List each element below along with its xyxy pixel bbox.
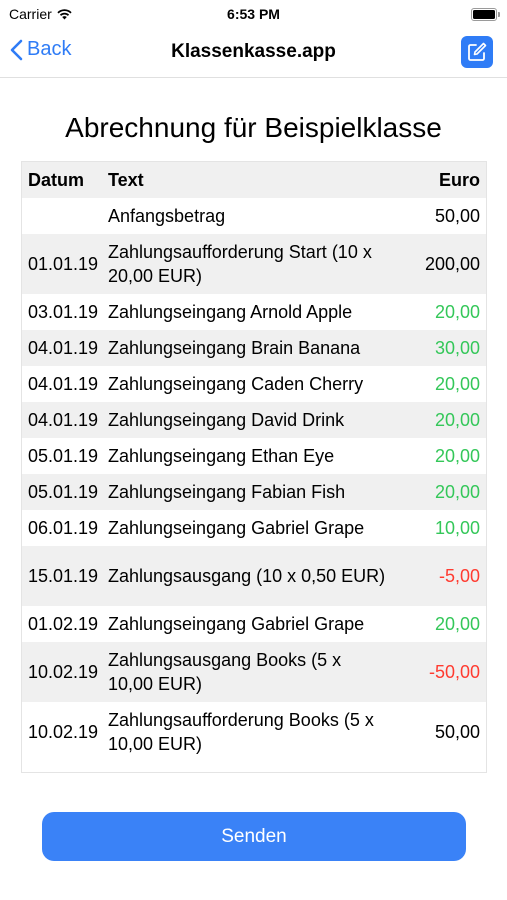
header-text: Text <box>108 170 144 190</box>
row-amount: 20,00 <box>434 481 480 502</box>
page-title: Abrechnung für Beispielklasse <box>65 112 442 143</box>
row-text: Zahlungsaufforderung Books (5 x 10,00 EU… <box>108 710 374 754</box>
row-text: Zahlungseingang Caden Cherry <box>108 374 364 394</box>
battery-icon <box>471 8 500 21</box>
row-date: 04.01.19 <box>28 373 99 394</box>
row-date: 06.01.19 <box>28 517 99 538</box>
back-label: Back <box>27 38 72 60</box>
table-row: 04.01.19 Zahlungseingang David Drink 20,00 <box>22 402 486 438</box>
row-text: Zahlungseingang Arnold Apple <box>108 302 353 322</box>
table-row: 10.02.19 Zahlungsausgang Books (5 x 10,00… <box>22 642 486 702</box>
table-row: 05.01.19 Zahlungseingang Ethan Eye 20,00 <box>22 438 486 474</box>
row-text: Zahlungseingang Gabriel Grape <box>108 614 365 634</box>
row-amount: 50,00 <box>434 205 480 226</box>
row-amount: 10,00 <box>434 517 480 538</box>
header-date: Datum <box>28 169 85 190</box>
row-text: Anfangsbetrag <box>108 206 226 226</box>
row-amount: 20,00 <box>434 373 480 394</box>
row-amount: 200,00 <box>424 253 480 274</box>
row-text: Zahlungseingang Gabriel Grape <box>108 518 365 538</box>
row-date: 05.01.19 <box>28 445 99 466</box>
row-amount: -50,00 <box>428 661 480 682</box>
row-amount: 20,00 <box>434 301 480 322</box>
header-amount: Euro <box>438 169 480 190</box>
table-row: Anfangsbetrag 50,00 <box>22 198 486 234</box>
row-text: Zahlungsausgang Books (5 x 10,00 EUR) <box>108 650 342 694</box>
row-date: 05.01.19 <box>28 481 99 502</box>
table-row: 05.01.19 Zahlungseingang Fabian Fish 20,00 <box>22 474 486 510</box>
edit-button[interactable] <box>461 36 493 68</box>
row-date: 03.01.19 <box>28 301 99 322</box>
status-time: 6:53 PM <box>227 6 280 22</box>
row-date: 15.01.19 <box>28 565 99 586</box>
row-text: Zahlungseingang Fabian Fish <box>108 482 346 502</box>
table-row: 04.01.19 Zahlungseingang Caden Cherry 20,0… <box>22 366 486 402</box>
table-row: 03.01.19 Zahlungseingang Arnold Apple 20,0… <box>22 294 486 330</box>
row-text: Zahlungsaufforderung Start (10 x 20,00 E… <box>108 242 372 286</box>
table-row: 01.01.19 Zahlungsaufforderung Start (10 x… <box>22 234 486 294</box>
status-bar: Carrier 6:53 PM <box>0 0 507 28</box>
row-amount: 20,00 <box>434 445 480 466</box>
table-header-row: Datum Text Euro <box>22 162 486 198</box>
chevron-left-icon <box>10 39 23 60</box>
row-text: Zahlungseingang Ethan Eye <box>108 446 335 466</box>
row-text: Zahlungsausgang (10 x 0,50 EUR) <box>108 566 386 586</box>
row-amount: -5,00 <box>438 565 480 586</box>
send-button[interactable]: Senden <box>42 812 466 861</box>
row-text: Zahlungseingang David Drink <box>108 410 345 430</box>
row-date: 01.01.19 <box>28 253 99 274</box>
row-text: Zahlungseingang Brain Banana <box>108 338 361 358</box>
row-amount: 20,00 <box>434 409 480 430</box>
statement-table: Datum Text Euro Anfangsbetrag 50,00 01.01.… <box>21 161 487 773</box>
row-amount: 30,00 <box>434 337 480 358</box>
back-button[interactable]: Back <box>10 38 71 61</box>
table-row: 04.01.19 Zahlungseingang Brain Banana 30,0… <box>22 330 486 366</box>
table-body: Anfangsbetrag 50,00 01.01.19 Zahlungsauffor… <box>22 198 486 762</box>
row-date: 01.02.19 <box>28 613 99 634</box>
table-row: 10.02.19 Zahlungsaufforderung Books (5 x … <box>22 702 486 762</box>
row-date: 10.02.19 <box>28 661 99 682</box>
compose-icon <box>468 42 487 61</box>
row-date: 04.01.19 <box>28 409 99 430</box>
row-amount: 50,00 <box>434 721 480 742</box>
table-row: 15.01.19 Zahlungsausgang (10 x 0,50 EUR) -… <box>22 546 486 606</box>
row-date: 04.01.19 <box>28 337 99 358</box>
table-row: 01.02.19 Zahlungseingang Gabriel Grape 20,… <box>22 606 486 642</box>
table-row: 06.01.19 Zahlungseingang Gabriel Grape 10,… <box>22 510 486 546</box>
navigation-bar: Back Klassenkasse.app <box>0 28 507 78</box>
row-amount: 20,00 <box>434 613 480 634</box>
row-date: 10.02.19 <box>28 721 99 742</box>
nav-title: Klassenkasse.app <box>171 41 336 62</box>
